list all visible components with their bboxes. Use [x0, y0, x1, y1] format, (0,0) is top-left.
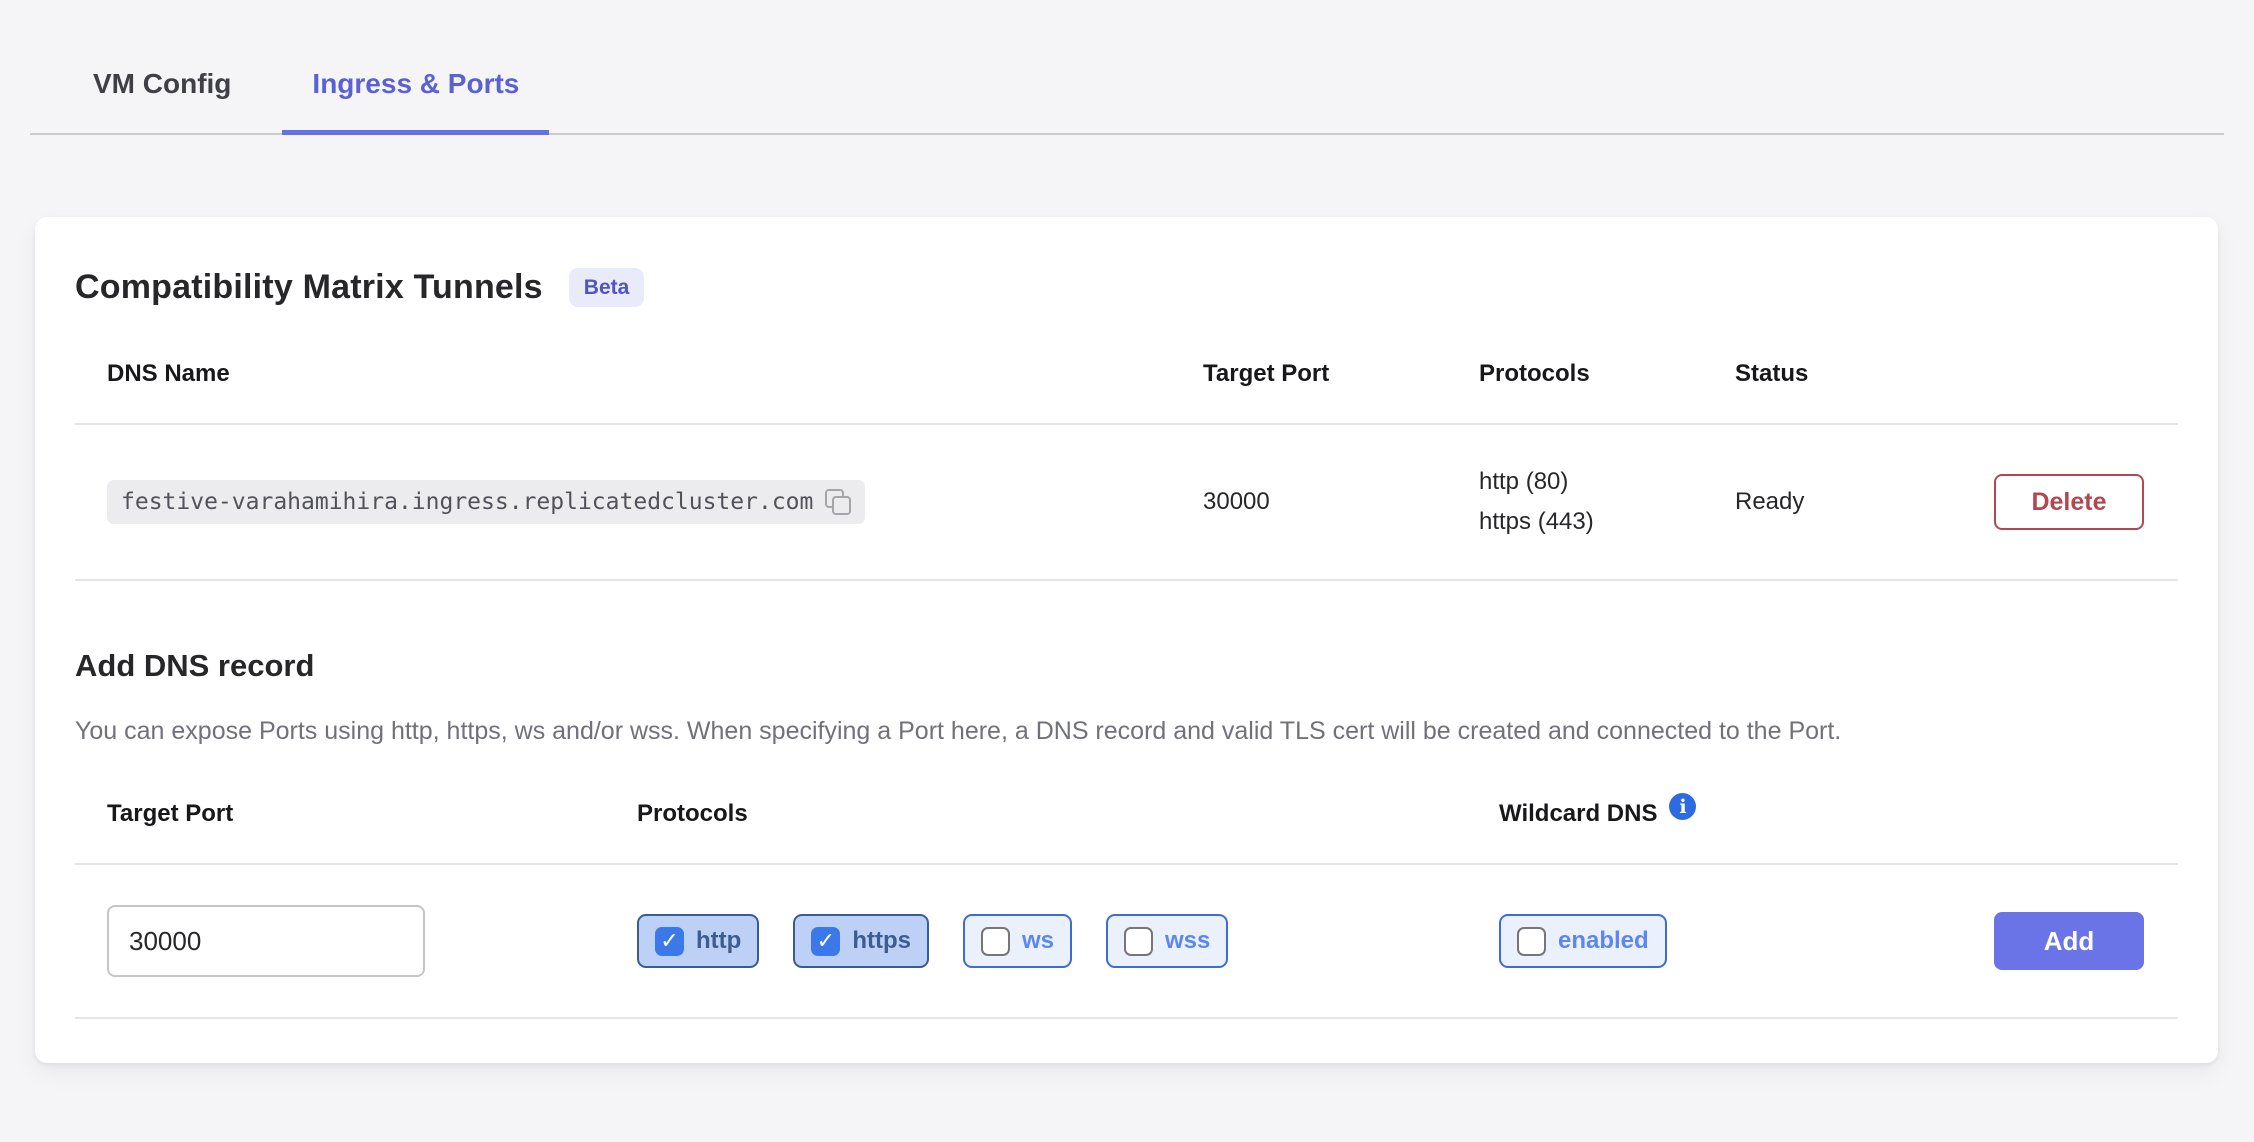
chip-label: enabled: [1558, 927, 1649, 955]
col-header-actions: [1962, 359, 2178, 389]
target-port-input[interactable]: [107, 905, 425, 977]
info-icon[interactable]: i: [1669, 793, 1696, 820]
table-row: festive-varahamihira.ingress.replicatedc…: [75, 425, 2178, 581]
card-title-row: Compatibility Matrix Tunnels Beta: [75, 261, 2178, 313]
tab-vm-config[interactable]: VM Config: [63, 66, 261, 135]
add-dns-form-row: ✓ http ✓ https ✓ ws ✓ wss ✓: [75, 865, 2178, 1019]
protocol-checkbox-https[interactable]: ✓ https: [793, 914, 929, 968]
label-target-port: Target Port: [75, 799, 605, 829]
chip-label: https: [852, 927, 911, 955]
tab-ingress-ports[interactable]: Ingress & Ports: [282, 66, 549, 135]
add-dns-heading: Add DNS record: [75, 645, 2178, 687]
protocol-entry: http (80): [1479, 462, 1703, 502]
chip-label: wss: [1165, 927, 1210, 955]
tab-bar: VM Config Ingress & Ports: [30, 0, 2224, 135]
protocols-cell: http (80) https (443): [1447, 462, 1703, 542]
protocol-checkbox-wss[interactable]: ✓ wss: [1106, 914, 1228, 968]
add-button-cell: Add: [1962, 912, 2178, 970]
add-dns-form-labels: Target Port Protocols Wildcard DNS i: [75, 799, 2178, 865]
checkbox-icon: ✓: [1517, 927, 1546, 956]
checkbox-icon: ✓: [1124, 927, 1153, 956]
col-header-target-port: Target Port: [1171, 359, 1447, 389]
dns-name-pill: festive-varahamihira.ingress.replicatedc…: [107, 480, 865, 524]
beta-badge: Beta: [569, 268, 645, 307]
target-port-cell: 30000: [1171, 488, 1447, 516]
checkbox-icon: ✓: [655, 927, 684, 956]
page: VM Config Ingress & Ports Compatibility …: [0, 0, 2254, 1142]
protocol-checkbox-ws[interactable]: ✓ ws: [963, 914, 1072, 968]
actions-cell: Delete: [1962, 474, 2178, 530]
wildcard-dns-cell: ✓ enabled: [1467, 914, 1962, 968]
add-dns-description: You can expose Ports using http, https, …: [75, 711, 2125, 751]
dns-name-value: festive-varahamihira.ingress.replicatedc…: [121, 489, 813, 515]
protocol-entry: https (443): [1479, 502, 1703, 542]
status-cell: Ready: [1703, 488, 1962, 516]
protocol-chips: ✓ http ✓ https ✓ ws ✓ wss: [605, 914, 1467, 968]
tunnels-table-header: DNS Name Target Port Protocols Status: [75, 359, 2178, 425]
checkbox-icon: ✓: [811, 927, 840, 956]
delete-button[interactable]: Delete: [1994, 474, 2144, 530]
col-header-protocols: Protocols: [1447, 359, 1703, 389]
chip-label: ws: [1022, 927, 1054, 955]
tunnels-card: Compatibility Matrix Tunnels Beta DNS Na…: [35, 217, 2218, 1063]
copy-icon[interactable]: [825, 489, 851, 515]
label-protocols: Protocols: [605, 799, 1467, 829]
wildcard-dns-text: Wildcard DNS: [1499, 799, 1657, 829]
label-wildcard-dns: Wildcard DNS i: [1467, 799, 1962, 829]
card-title: Compatibility Matrix Tunnels: [75, 268, 543, 307]
wildcard-enabled-checkbox[interactable]: ✓ enabled: [1499, 914, 1667, 968]
add-button[interactable]: Add: [1994, 912, 2144, 970]
col-header-dns-name: DNS Name: [75, 359, 1171, 389]
checkbox-icon: ✓: [981, 927, 1010, 956]
protocol-checkbox-http[interactable]: ✓ http: [637, 914, 759, 968]
dns-name-cell: festive-varahamihira.ingress.replicatedc…: [75, 480, 1171, 524]
target-port-field-cell: [75, 905, 605, 977]
chip-label: http: [696, 927, 741, 955]
col-header-status: Status: [1703, 359, 1962, 389]
